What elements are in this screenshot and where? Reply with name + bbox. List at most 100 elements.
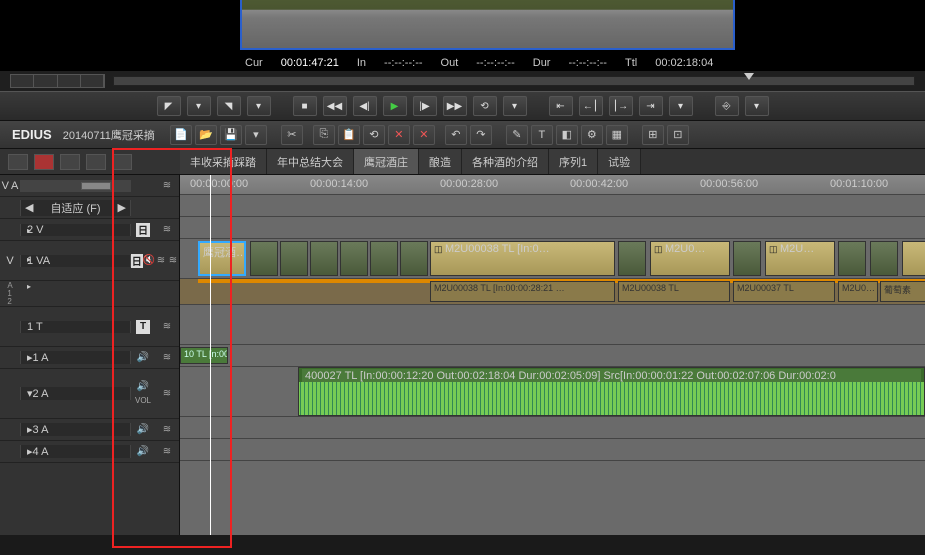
track-header-a3[interactable]: ▸3 A 🔊 ≋ — [0, 419, 179, 441]
mode-group-icon[interactable] — [112, 154, 132, 170]
track-v2-spacer[interactable] — [180, 217, 925, 239]
seq-tab-6[interactable]: 试验 — [598, 149, 641, 174]
toggle-2-button[interactable]: ⊡ — [667, 125, 689, 145]
play-button[interactable]: ▶ — [383, 96, 407, 116]
dropdown-5[interactable]: ▾ — [745, 96, 769, 116]
clip-thumb[interactable] — [310, 241, 338, 276]
video-icon[interactable]: 日 — [131, 254, 143, 268]
save-button[interactable]: 💾 — [220, 125, 242, 145]
track-header-a2[interactable]: ▾2 A 🔊VOL ≋ — [0, 369, 179, 419]
speaker-icon[interactable]: 🔊 — [136, 380, 150, 394]
next-edit-button[interactable]: ⎮→ — [609, 96, 633, 116]
track-v2[interactable] — [180, 195, 925, 217]
title-icon[interactable]: T — [136, 320, 150, 334]
fit-next[interactable]: ▶ — [118, 201, 126, 214]
track-header-t1[interactable]: 1 T T ≋ — [0, 307, 179, 347]
redo-button[interactable]: ↷ — [470, 125, 492, 145]
edit-mode-button[interactable]: ✎ — [506, 125, 528, 145]
track-a3[interactable] — [180, 417, 925, 439]
track-header-a4[interactable]: ▸4 A 🔊 ≋ — [0, 441, 179, 463]
track-header-va1[interactable]: V 1 VA▸ 日🔇 ≋≋ — [0, 241, 179, 281]
clip-audio-400027[interactable]: 400027 TL [In:00:00:12:20 Out:00:02:18:0… — [298, 367, 925, 416]
toggle-1-button[interactable]: ⊞ — [642, 125, 664, 145]
dropdown-2[interactable]: ▾ — [247, 96, 271, 116]
track-t1[interactable] — [180, 305, 925, 345]
seq-tab-2[interactable]: 鹰冠酒庄 — [354, 149, 419, 174]
track-header-a12[interactable]: A12 ▸ — [0, 281, 179, 307]
zoom-scrollbar[interactable] — [20, 180, 131, 192]
seq-tab-1[interactable]: 年中总结大会 — [267, 149, 354, 174]
clip-m2u[interactable]: ◫ M2U0… — [650, 241, 730, 276]
speaker-icon[interactable]: 🔊 — [136, 445, 150, 459]
goto-out-button[interactable]: ⇥ — [639, 96, 663, 116]
playhead[interactable] — [210, 175, 211, 535]
shuttle-control[interactable] — [10, 74, 105, 88]
clip-thumb[interactable] — [370, 241, 398, 276]
dropdown-save[interactable]: ▾ — [245, 125, 267, 145]
prev-frame-button[interactable]: ◀| — [353, 96, 377, 116]
set-in-button[interactable]: ◤ — [157, 96, 181, 116]
mode-link-icon[interactable] — [86, 154, 106, 170]
undo-button[interactable]: ↶ — [445, 125, 467, 145]
prev-edit-button[interactable]: ←⎮ — [579, 96, 603, 116]
video-icon[interactable]: 日 — [136, 223, 150, 237]
seq-tab-5[interactable]: 序列1 — [549, 149, 598, 174]
scrub-track[interactable] — [113, 76, 915, 86]
wave-icon[interactable]: ≋ — [160, 351, 174, 365]
ripple-delete-button[interactable]: ✕ — [388, 125, 410, 145]
clip-thumb[interactable] — [618, 241, 646, 276]
mode-normal-icon[interactable] — [8, 154, 28, 170]
export-button[interactable]: ⎆ — [715, 96, 739, 116]
clip-aud[interactable]: M2U00038 TL — [618, 281, 730, 302]
goto-in-button[interactable]: ⇤ — [549, 96, 573, 116]
stop-button[interactable]: ■ — [293, 96, 317, 116]
track-header-a1[interactable]: ▸1 A 🔊 ≋ — [0, 347, 179, 369]
wave-icon[interactable]: ≋ — [160, 423, 174, 437]
clip-aud[interactable]: 葡萄素 — [880, 281, 925, 302]
track-header-v2[interactable]: 2 V▸ 日 ≋ — [0, 219, 179, 241]
clip-thumb[interactable] — [340, 241, 368, 276]
scrub-playhead[interactable] — [744, 73, 754, 80]
layout-button[interactable]: ▦ — [606, 125, 628, 145]
wave-icon[interactable]: ≋ — [160, 179, 174, 193]
wave-icon[interactable]: ≋ — [160, 320, 174, 334]
track-va1-audio[interactable]: M2U00038 TL [In:00:00:28:21 … M2U00038 T… — [180, 279, 925, 305]
seq-tab-4[interactable]: 各种酒的介绍 — [462, 149, 549, 174]
set-out-button[interactable]: ◥ — [217, 96, 241, 116]
wave-icon[interactable]: ≋ — [155, 254, 167, 268]
wave-icon[interactable]: ≋ — [160, 387, 174, 401]
clip-thumb[interactable] — [280, 241, 308, 276]
clip-m2u[interactable]: ◫ M2U… — [765, 241, 835, 276]
next-frame-button[interactable]: |▶ — [413, 96, 437, 116]
clip-thumb[interactable] — [870, 241, 898, 276]
fast-forward-button[interactable]: ▶▶ — [443, 96, 467, 116]
track-a2[interactable]: 400027 TL [In:00:00:12:20 Out:00:02:18:0… — [180, 367, 925, 417]
time-ruler[interactable]: 00:00:00:00 00:00:14:00 00:00:28:00 00:0… — [180, 175, 925, 195]
speaker-icon[interactable]: 🔊 — [136, 351, 150, 365]
paste-button[interactable]: 📋 — [338, 125, 360, 145]
mode-multicam-icon[interactable] — [60, 154, 80, 170]
rewind-button[interactable]: ◀◀ — [323, 96, 347, 116]
dropdown-1[interactable]: ▾ — [187, 96, 211, 116]
effects-button[interactable]: ⚙ — [581, 125, 603, 145]
dropdown-3[interactable]: ▾ — [503, 96, 527, 116]
cut-button[interactable]: ✂ — [281, 125, 303, 145]
speaker-icon[interactable]: 🔊 — [136, 423, 150, 437]
clip-thumb[interactable] — [902, 241, 925, 276]
delete-button[interactable]: ✕ — [413, 125, 435, 145]
clip-m2u38[interactable]: ◫ M2U00038 TL [In:0… — [430, 241, 615, 276]
fit-prev[interactable]: ◀ — [25, 201, 33, 214]
vol-label[interactable]: VOL — [136, 394, 150, 408]
wave-icon[interactable]: ≋ — [160, 445, 174, 459]
title-button[interactable]: T — [531, 125, 553, 145]
seq-tab-3[interactable]: 酿造 — [419, 149, 462, 174]
track-area[interactable]: 00:00:00:00 00:00:14:00 00:00:28:00 00:0… — [180, 175, 925, 535]
wave-icon[interactable]: ≋ — [167, 254, 179, 268]
track-va1[interactable]: 鹰冠酒… ◫ M2U00038 TL [In:0… ◫ M2U0… ◫ M2U… — [180, 239, 925, 279]
loop-button[interactable]: ⟲ — [473, 96, 497, 116]
seq-tab-0[interactable]: 丰收采摘踩踏 — [180, 149, 267, 174]
clip-thumb[interactable] — [733, 241, 761, 276]
track-a1[interactable]: 10 TL [n:00:00… — [180, 345, 925, 367]
clip-selected[interactable]: 鹰冠酒… — [198, 241, 246, 276]
mode-trim-icon[interactable] — [34, 154, 54, 170]
